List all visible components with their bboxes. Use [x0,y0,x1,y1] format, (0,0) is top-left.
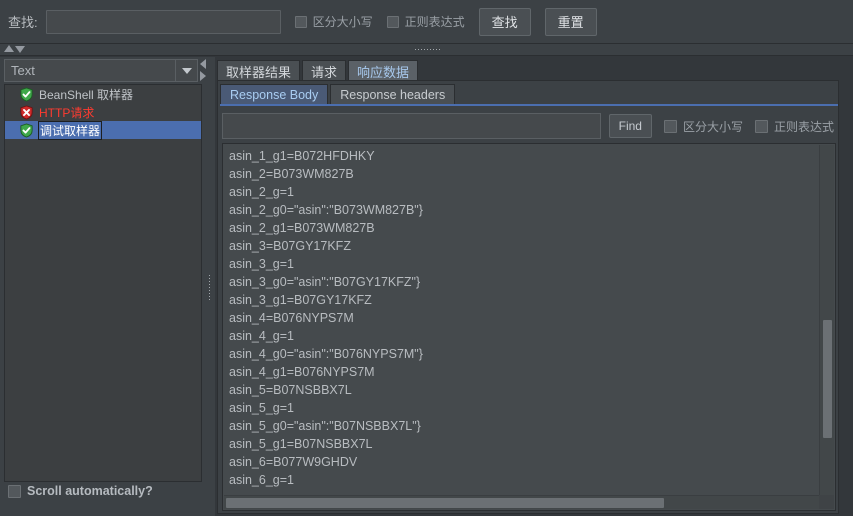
response-line: asin_4=B076NYPS7M [229,311,354,325]
right-panel: 取样器结果 请求 响应数据 Response Body Response hea… [215,57,853,516]
result-tabbar: 取样器结果 请求 响应数据 [215,59,420,81]
response-line: asin_3_g=1 [229,257,294,271]
checkbox-box-icon[interactable] [8,484,21,498]
splitter-collapse-buttons[interactable] [4,45,25,53]
match-case-label: 区分大小写 [312,15,373,29]
response-line: asin_5_g0="asin":"B07NSBBX7L"} [229,419,421,433]
response-line: asin_4_g=1 [229,329,294,343]
response-find-input[interactable] [222,113,601,139]
shield-success-icon [19,122,34,138]
chevron-left-icon[interactable] [199,59,206,69]
reset-button[interactable]: 重置 [544,7,597,36]
scrollbar-thumb[interactable] [226,498,664,508]
response-body-text[interactable]: asin_1_g1=B072HFDHKY asin_2=B073WM827Basi… [223,144,819,496]
scrollbar-corner [819,495,834,509]
scroll-automatically-checkbox[interactable]: Scroll automatically? [8,484,153,498]
shield-success-icon [19,86,34,102]
response-regex-checkbox[interactable]: 正则表达式 [754,118,834,135]
checkbox-box-icon[interactable] [663,119,677,133]
subtab-active-indicator [220,104,838,106]
combobox-arrow-button[interactable] [175,60,197,81]
view-type-value: Text [11,63,35,78]
response-match-case-label: 区分大小写 [682,119,743,134]
regex-checkbox[interactable]: 正则表达式 [386,13,465,30]
tree-item-beanshell-sampler[interactable]: BeanShell 取样器 [5,85,201,103]
chevron-down-icon [181,67,192,74]
tree-item-http-request[interactable]: HTTP请求 [5,103,201,121]
response-body-textarea[interactable]: asin_1_g1=B072HFDHKY asin_2=B073WM827Basi… [222,143,836,511]
left-panel: Text BeanShell 取样器 HTTP请求 调试取样器 Scroll a… [0,57,206,516]
shield-error-icon [19,104,34,120]
response-line: asin_6=B077W9GHDV [229,455,358,469]
response-regex-label: 正则表达式 [773,119,834,134]
chevron-right-icon[interactable] [199,71,206,81]
checkbox-box-icon[interactable] [754,119,768,133]
tree-item-label: BeanShell 取样器 [39,87,134,102]
vertical-splitter-collapse-buttons[interactable] [199,58,206,82]
jmeter-results-window: 查找: 区分大小写 正则表达式 查找 重置 Text BeanShell 取样器… [0,0,853,516]
response-subtabbar: Response Body Response headers [220,83,457,105]
response-line: asin_3=B07GY17KFZ [229,239,351,253]
splitter-grip-icon[interactable] [208,273,212,300]
find-button[interactable]: 查找 [478,7,531,36]
response-find-button[interactable]: Find [608,114,652,138]
response-line: asin_5=B07NSBBX7L [229,383,352,397]
tree-item-debug-sampler[interactable]: 调试取样器 [5,120,201,140]
response-line: asin_2_g0="asin":"B073WM827B"} [229,203,423,217]
chevron-down-icon[interactable] [15,46,25,53]
tab-request[interactable]: 请求 [302,60,347,81]
checkbox-box-icon[interactable] [386,15,399,28]
response-line: asin_3_g0="asin":"B07GY17KFZ"} [229,275,421,289]
response-line: asin_6_g=1 [229,473,294,487]
match-case-checkbox[interactable]: 区分大小写 [294,13,373,30]
tree-item-label: HTTP请求 [39,105,95,120]
response-line: asin_5_g=1 [229,401,294,415]
subtab-response-headers[interactable]: Response headers [330,84,456,105]
regex-label: 正则表达式 [404,15,465,29]
response-line: asin_4_g1=B076NYPS7M [229,365,375,379]
tab-sampler-result[interactable]: 取样器结果 [217,60,301,81]
response-line: asin_5_g1=B07NSBBX7L [229,437,373,451]
search-toolbar: 查找: 区分大小写 正则表达式 查找 重置 [0,0,853,44]
response-line: asin_3_g1=B07GY17KFZ [229,293,372,307]
response-horizontal-scrollbar[interactable] [224,495,820,509]
response-line: asin_2=B073WM827B [229,167,354,181]
tree-item-label: 调试取样器 [37,120,103,140]
splitter-grip-icon[interactable] [413,48,440,52]
chevron-up-icon[interactable] [4,45,14,52]
horizontal-splitter[interactable] [0,44,853,56]
vertical-splitter[interactable] [206,57,215,516]
response-match-case-checkbox[interactable]: 区分大小写 [663,118,743,135]
response-line: asin_1_g1=B072HFDHKY [229,149,375,163]
response-line: asin_2_g1=B073WM827B [229,221,375,235]
view-type-combobox[interactable]: Text [4,59,198,82]
scroll-automatically-label: Scroll automatically? [27,484,153,498]
scrollbar-thumb[interactable] [823,320,832,438]
search-input[interactable] [45,9,281,34]
sampler-results-tree[interactable]: BeanShell 取样器 HTTP请求 调试取样器 [4,84,202,482]
subtab-response-body[interactable]: Response Body [220,84,329,105]
response-line: asin_2_g=1 [229,185,294,199]
checkbox-box-icon[interactable] [294,15,307,28]
response-find-bar: Find 区分大小写 正则表达式 [222,111,834,141]
response-data-panel: Response Body Response headers Find 区分大小… [217,80,839,514]
response-vertical-scrollbar[interactable] [819,145,834,495]
tab-response-data[interactable]: 响应数据 [348,60,419,81]
find-label: 查找: [8,15,38,30]
response-line: asin_4_g0="asin":"B076NYPS7M"} [229,347,423,361]
